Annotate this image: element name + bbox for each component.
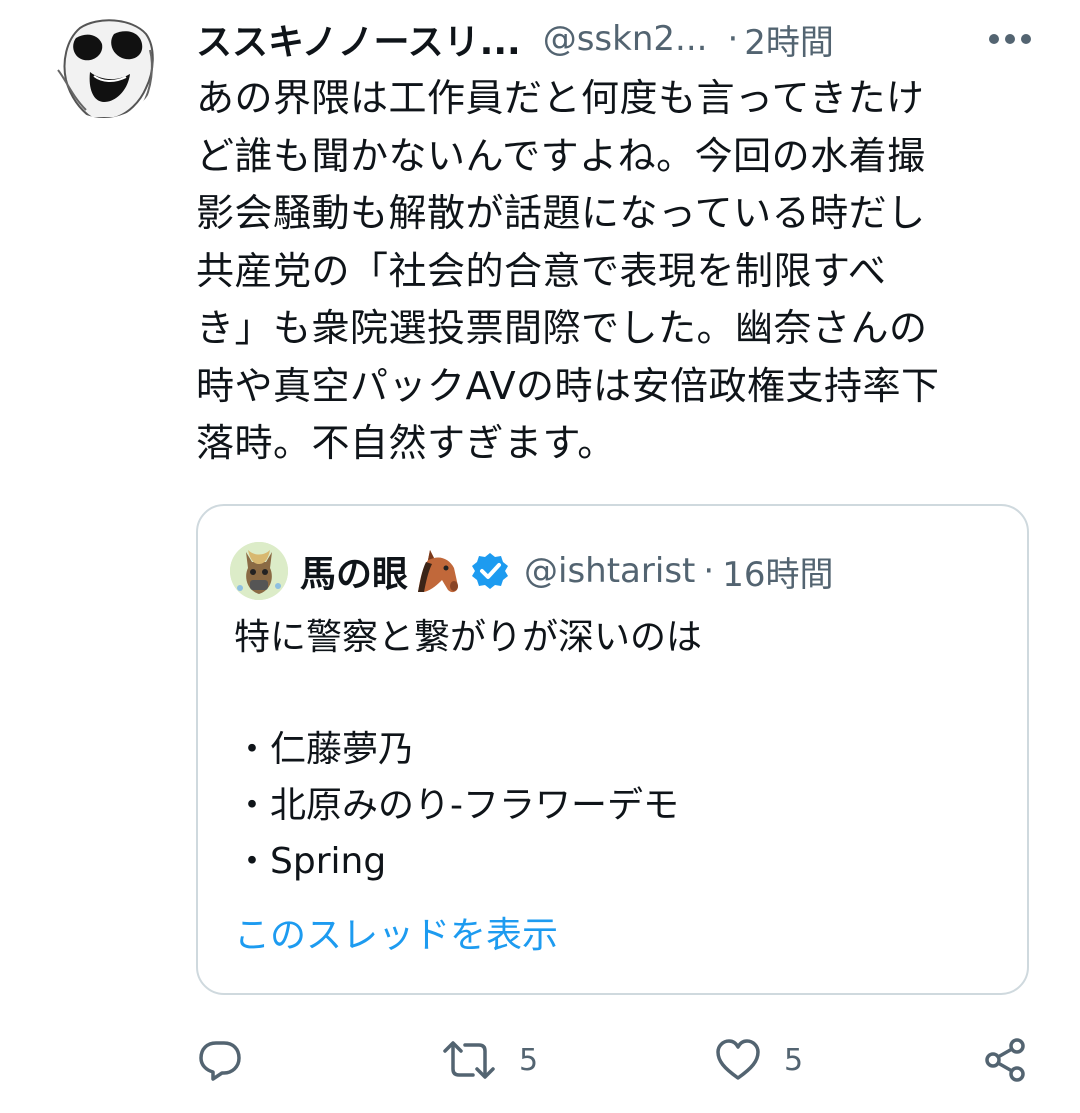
retweet-count: 5 xyxy=(519,1042,539,1078)
heart-icon xyxy=(716,1039,760,1080)
tweet-text: あの界隈は工作員だと何度も言ってきたけ ど誰も聞かないんですよね。今回の水着撮 影会… xyxy=(196,70,1016,473)
author-handle[interactable]: @sskn2... xyxy=(543,19,708,59)
quoted-header-separator: · xyxy=(703,551,715,591)
quoted-tweet-text: 特に警察と繋がりが深いのは ・仁藤夢乃 ・北原みのり-フラワーデモ ・Sprin… xyxy=(234,610,994,890)
quoted-tweet-card[interactable]: 馬の眼 @ishtarist · 16時間 特に警察と繋がりが深いのは ・仁藤夢… xyxy=(196,504,1029,995)
author-display-name[interactable]: ススキノノースリ... xyxy=(196,13,521,65)
tweet-header: ススキノノースリ... @sskn2... · 2時間 xyxy=(196,14,1046,64)
share-button[interactable] xyxy=(982,1030,1028,1090)
share-icon xyxy=(985,1038,1025,1082)
quoted-text-line: ・Spring xyxy=(234,841,387,882)
header-separator: · xyxy=(727,19,739,59)
reply-button[interactable] xyxy=(197,1030,243,1090)
retweet-icon xyxy=(443,1041,495,1079)
tweet-timestamp[interactable]: 2時間 xyxy=(744,15,834,64)
tweet-text-line: ど誰も聞かないんですよね。今回の水着撮 xyxy=(196,133,926,178)
more-horizontal-icon[interactable] xyxy=(985,24,1035,54)
tweet-text-line: 共産党の「社会的合意で表現を制限すべ xyxy=(196,248,887,293)
tweet-text-line: 落時。不自然すぎます。 xyxy=(196,421,616,465)
quoted-author-avatar[interactable] xyxy=(230,542,288,600)
quoted-text-line: ・仁藤夢乃 xyxy=(234,729,415,770)
quoted-text-line: 特に警察と繋がりが深いのは xyxy=(234,617,703,658)
like-button[interactable]: 5 xyxy=(714,1030,803,1090)
like-count: 5 xyxy=(784,1042,804,1078)
verified-badge-icon xyxy=(472,553,509,589)
tweet-text-line: 時や真空パックAVの時は安倍政権支持率下 xyxy=(196,363,940,408)
quoted-text-line xyxy=(234,666,994,722)
horse-face-icon xyxy=(418,550,459,593)
quoted-display-name[interactable]: 馬の眼 xyxy=(300,545,408,597)
mask-face-avatar-icon xyxy=(57,19,154,118)
quoted-handle[interactable]: @ishtarist xyxy=(524,551,695,591)
show-thread-link[interactable]: このスレッドを表示 xyxy=(234,906,558,958)
tweet-text-line: 影会騒動も解散が話題になっている時だし xyxy=(196,191,926,235)
author-avatar[interactable] xyxy=(50,10,158,118)
tweet-text-line: き」も衆院選投票間際でした。幽奈さんの xyxy=(196,306,928,350)
tweet-action-bar: 5 5 xyxy=(0,1030,1080,1090)
quoted-timestamp[interactable]: 16時間 xyxy=(722,547,833,596)
retweet-button[interactable]: 5 xyxy=(441,1030,538,1090)
quoted-text-line: ・北原みのり-フラワーデモ xyxy=(234,785,679,826)
horse-avatar-icon xyxy=(230,542,288,600)
quoted-tweet-header: 馬の眼 @ishtarist · 16時間 xyxy=(230,540,833,602)
reply-icon xyxy=(199,1041,241,1081)
tweet-text-line: あの界隈は工作員だと何度も言ってきたけ xyxy=(196,76,925,120)
tweet[interactable]: ススキノノースリ... @sskn2... · 2時間 あの界隈は工作員だと何度… xyxy=(0,0,1080,1113)
